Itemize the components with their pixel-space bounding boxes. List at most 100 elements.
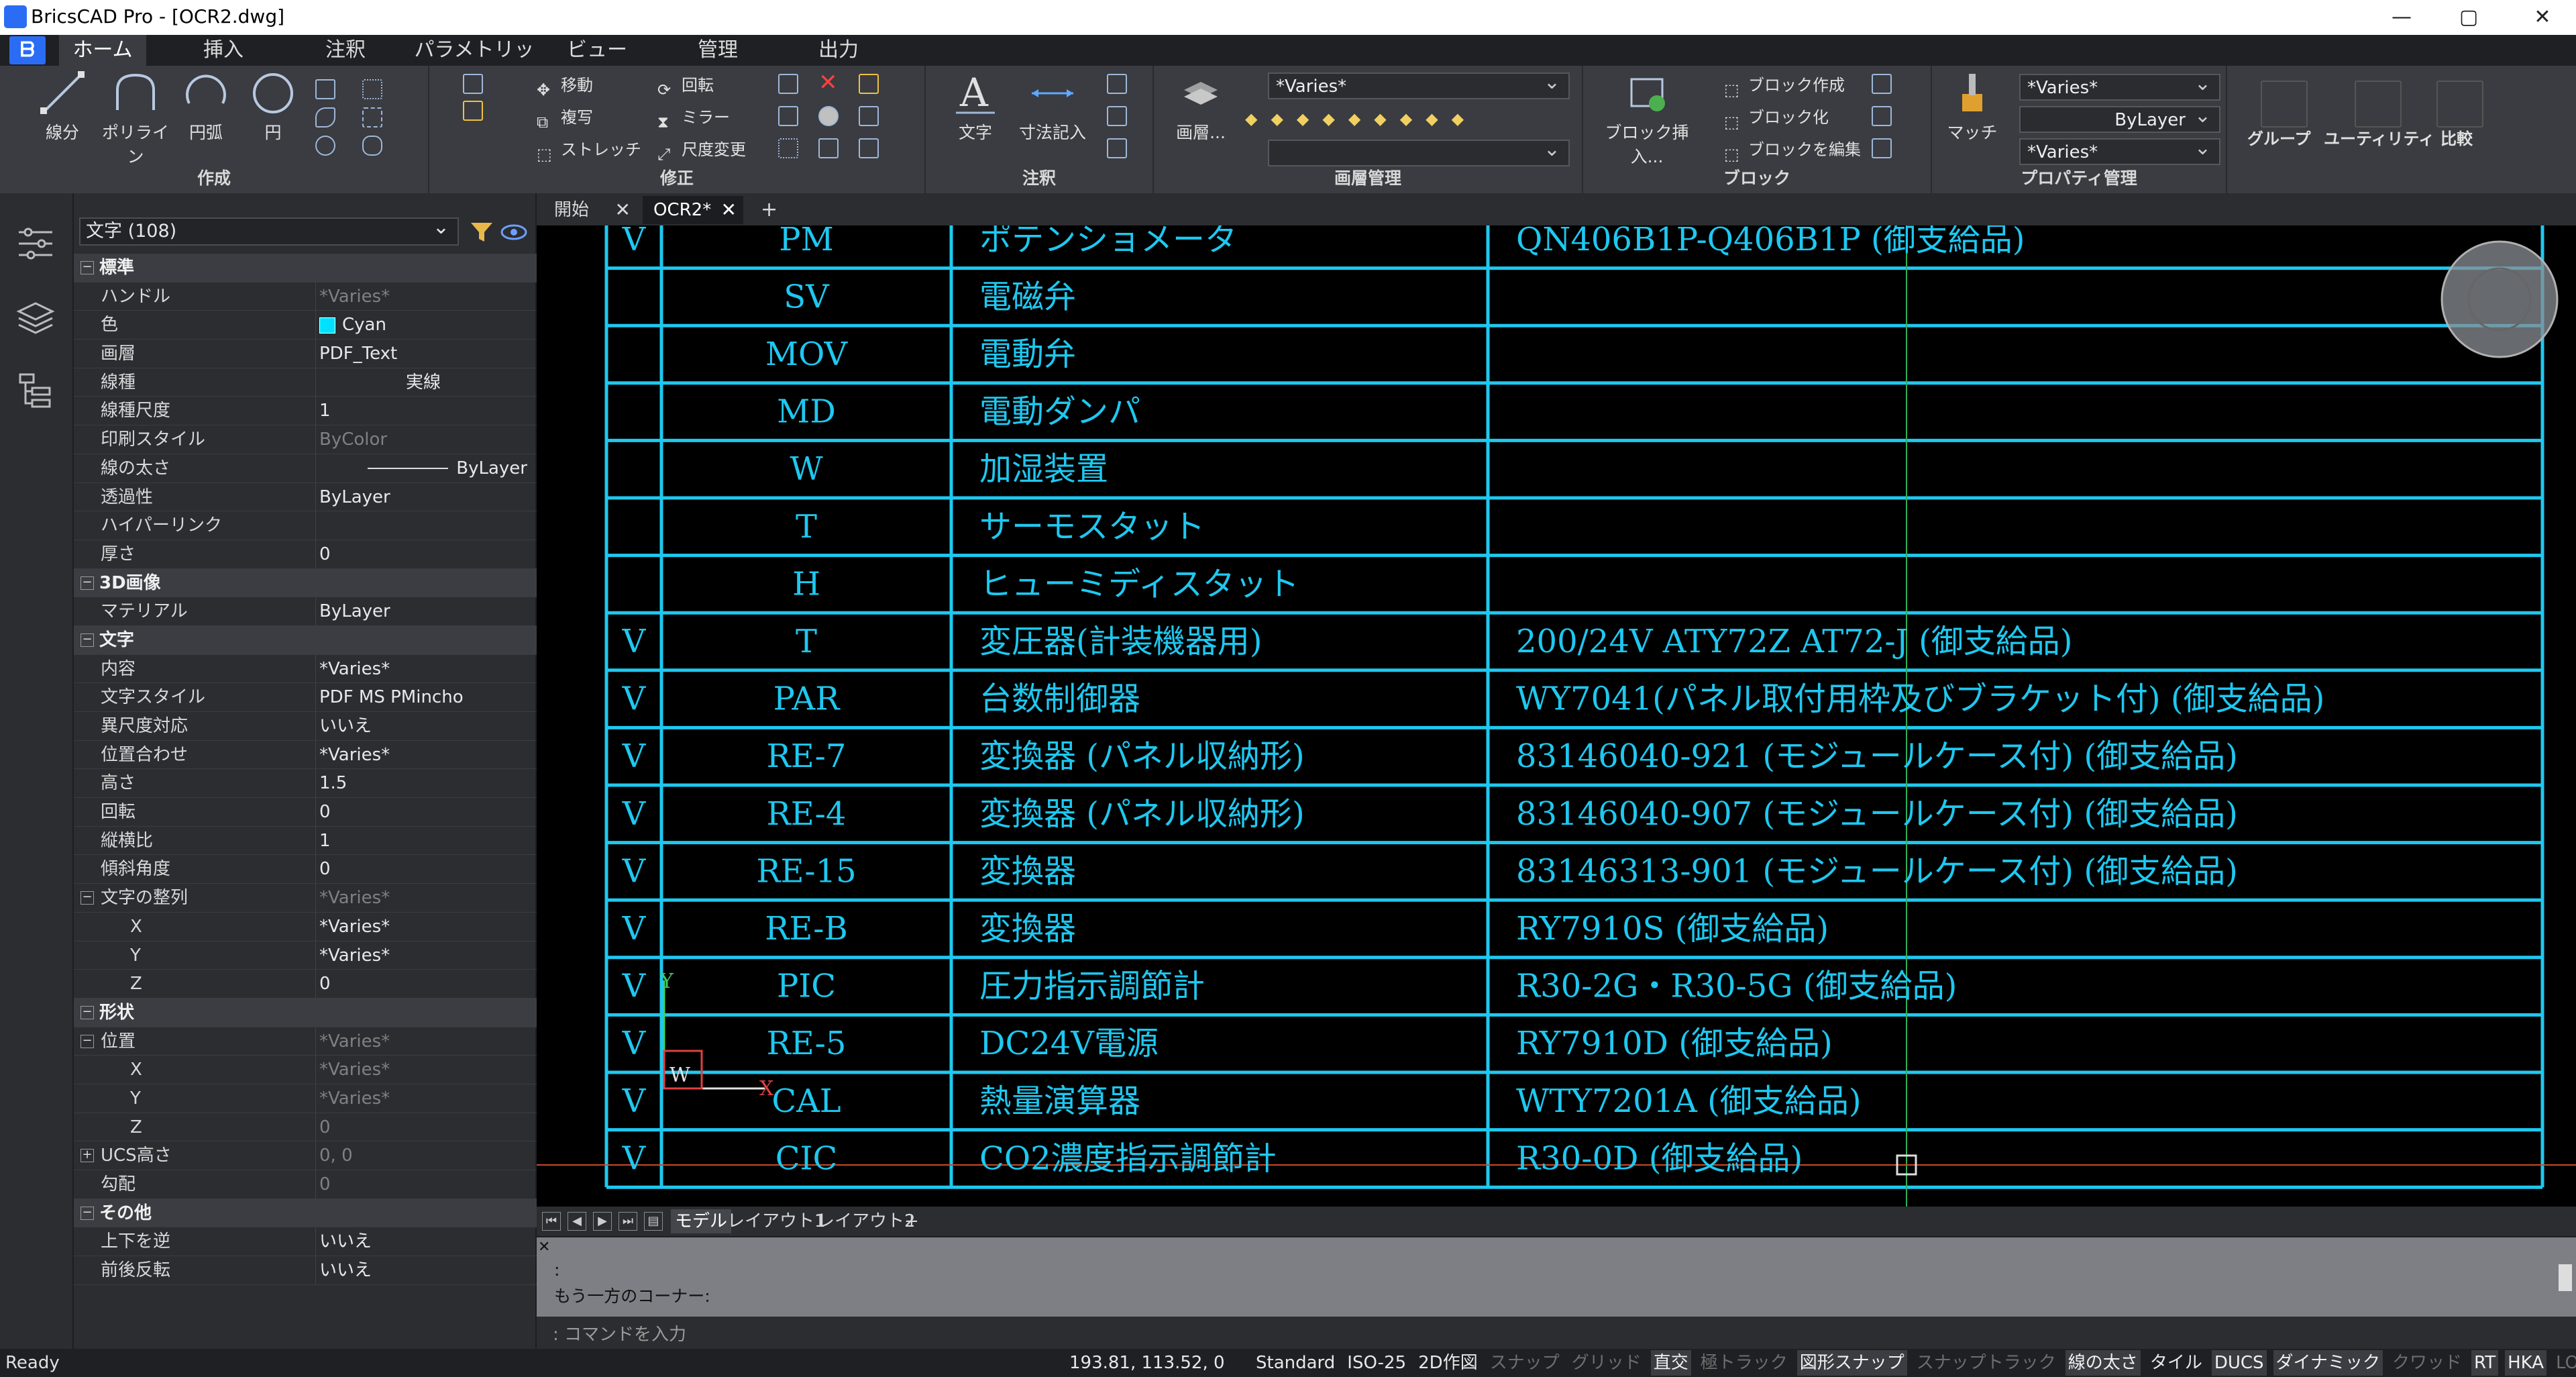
fillet-icon[interactable] xyxy=(778,106,798,126)
line-button[interactable]: 線分 xyxy=(25,70,99,144)
layer-combo[interactable]: *Varies* xyxy=(1268,70,1570,99)
join-icon[interactable] xyxy=(818,138,839,158)
close-command-icon[interactable]: ✕ xyxy=(538,1239,550,1256)
maximize-button[interactable]: ▢ xyxy=(2428,0,2509,35)
color-combo[interactable]: *Varies* xyxy=(2019,71,2220,101)
tab-output[interactable]: 出力 xyxy=(798,35,879,66)
polyline-button[interactable]: ポリライン xyxy=(95,70,176,168)
status-toggle[interactable]: Standard xyxy=(1253,1350,1338,1376)
expand-icon[interactable]: + xyxy=(80,1149,94,1163)
match-properties-button[interactable]: マッチ xyxy=(1939,70,2006,144)
property-value[interactable]: 0 xyxy=(319,1113,527,1141)
property-row[interactable]: + UCS高さ 0, 0 xyxy=(74,1141,537,1170)
trim-icon[interactable] xyxy=(778,74,798,94)
property-value[interactable]: *Varies* xyxy=(319,941,527,970)
property-value[interactable]: いいえ xyxy=(319,712,527,740)
property-value[interactable]: *Varies* xyxy=(319,913,527,941)
property-row[interactable]: 厚さ 0 xyxy=(74,540,537,569)
drawing-canvas[interactable]: V PM ポテンショメータ QN406B1P-Q406B1P (御支給品) SV 電磁弁 M… xyxy=(537,225,2576,1207)
property-row[interactable]: 線の太さ ByLayer xyxy=(74,454,537,483)
lineweight-combo[interactable]: *Varies* xyxy=(2019,136,2220,165)
property-row[interactable]: 画層 PDF_Text xyxy=(74,340,537,368)
property-row[interactable]: 内容 *Varies* xyxy=(74,654,537,684)
properties-panel-icon[interactable] xyxy=(15,223,56,264)
property-row[interactable]: 高さ 1.5 xyxy=(74,769,537,799)
erase-icon[interactable]: ✕ xyxy=(818,68,838,97)
property-row[interactable]: 線種 実線 xyxy=(74,368,537,397)
collapse-icon[interactable]: − xyxy=(80,576,94,590)
property-row[interactable]: 前後反転 いいえ xyxy=(74,1256,537,1285)
table-icon[interactable] xyxy=(1107,138,1127,158)
stretch-button[interactable]: ⬚ ストレッチ xyxy=(537,136,641,164)
property-value[interactable]: ByLayer xyxy=(319,454,527,482)
navigation-wheel-icon[interactable] xyxy=(2440,240,2559,358)
text-button[interactable]: A 文字 xyxy=(942,70,1009,144)
scale-button[interactable]: ⤢ 尺度変更 xyxy=(657,136,746,164)
tab-insert[interactable]: 挿入 xyxy=(186,35,260,66)
collapse-icon[interactable]: − xyxy=(80,891,94,905)
attribute-edit-icon[interactable] xyxy=(1872,106,1892,126)
collapse-icon[interactable]: − xyxy=(80,261,94,274)
points-icon[interactable] xyxy=(362,79,382,99)
status-toggle[interactable]: ダイナミック xyxy=(2273,1350,2383,1376)
property-row[interactable]: 回転 0 xyxy=(74,798,537,827)
layer-manager-button[interactable]: 画層... xyxy=(1161,70,1241,144)
eye-icon[interactable] xyxy=(500,220,527,244)
status-toggle[interactable]: 極トラック xyxy=(1698,1350,1790,1376)
close-window-button[interactable]: ✕ xyxy=(2502,0,2576,35)
status-toggle[interactable]: タイル xyxy=(2147,1350,2205,1376)
linear-dim-icon[interactable] xyxy=(1107,74,1127,94)
rectangle-icon[interactable] xyxy=(315,79,335,99)
property-value[interactable]: 0 xyxy=(319,798,527,826)
property-row[interactable]: 文字スタイル PDF MS PMincho xyxy=(74,683,537,712)
status-toggle[interactable]: DUCS xyxy=(2211,1350,2267,1376)
text-style-icon[interactable] xyxy=(1107,106,1127,126)
first-layout-button[interactable]: ⏮ xyxy=(542,1212,561,1231)
property-row[interactable]: 透過性 ByLayer xyxy=(74,482,537,512)
utility-icon[interactable] xyxy=(2355,81,2402,128)
command-line[interactable]: : コマンドを入力 xyxy=(537,1317,2576,1349)
insert-block-button[interactable]: ブロック挿入... xyxy=(1597,70,1697,168)
property-row[interactable]: X *Varies* xyxy=(74,1056,537,1084)
copy-button[interactable]: ⧉ 複写 xyxy=(537,103,593,132)
property-value[interactable]: いいえ xyxy=(319,1256,527,1284)
attribute-manager-icon[interactable] xyxy=(1872,138,1892,158)
last-layout-button[interactable]: ⏭ xyxy=(619,1212,637,1231)
property-value[interactable]: 0 xyxy=(319,970,527,998)
structure-panel-icon[interactable] xyxy=(15,370,56,412)
property-value[interactable]: ByColor xyxy=(319,425,527,454)
property-value[interactable]: PDF MS PMincho xyxy=(319,683,527,711)
property-row[interactable]: ハンドル *Varies* xyxy=(74,282,537,311)
region-icon[interactable] xyxy=(362,107,382,128)
layers-panel-icon[interactable] xyxy=(15,297,56,338)
property-section[interactable]: − その他 xyxy=(74,1198,537,1228)
layout-list-button[interactable]: ▤ xyxy=(644,1212,663,1231)
status-toggle[interactable]: 線の太さ xyxy=(2065,1350,2141,1376)
status-toggle[interactable]: グリッド xyxy=(1569,1350,1644,1376)
property-row[interactable]: 異尺度対応 いいえ xyxy=(74,712,537,741)
new-tab-button[interactable]: + xyxy=(750,196,777,224)
move-button[interactable]: ✥ 移動 xyxy=(537,71,593,99)
status-toggle[interactable]: HKA xyxy=(2505,1350,2547,1376)
property-row[interactable]: 色 Cyan xyxy=(74,311,537,340)
status-toggle[interactable]: LOCKUI xyxy=(2553,1350,2576,1376)
property-section[interactable]: − 標準 xyxy=(74,254,537,283)
edit-block-button[interactable]: ⬚ ブロックを編集 xyxy=(1724,136,1861,164)
property-value[interactable]: いいえ xyxy=(319,1227,527,1256)
property-value[interactable]: 1.5 xyxy=(319,769,527,797)
property-value[interactable]: PDF_Text xyxy=(319,340,527,368)
collapse-icon[interactable]: − xyxy=(80,1206,94,1220)
boundary-icon[interactable] xyxy=(315,136,335,156)
property-row[interactable]: Z0 xyxy=(74,970,537,999)
property-row[interactable]: − 文字の整列 *Varies* xyxy=(74,884,537,913)
status-toggle[interactable]: ISO-25 xyxy=(1344,1350,1409,1376)
explode-icon[interactable] xyxy=(818,106,839,126)
status-toggle[interactable]: RT xyxy=(2471,1350,2499,1376)
layer-combo-2[interactable] xyxy=(1268,137,1570,166)
property-value[interactable]: 1 xyxy=(319,827,527,855)
property-value[interactable]: *Varies* xyxy=(319,655,527,683)
arc-button[interactable]: 円弧 xyxy=(169,70,243,144)
property-row[interactable]: 位置合わせ *Varies* xyxy=(74,740,537,770)
close-tab-icon[interactable]: ✕ xyxy=(721,196,737,224)
status-toggle[interactable]: 2D作図 xyxy=(1415,1350,1481,1376)
